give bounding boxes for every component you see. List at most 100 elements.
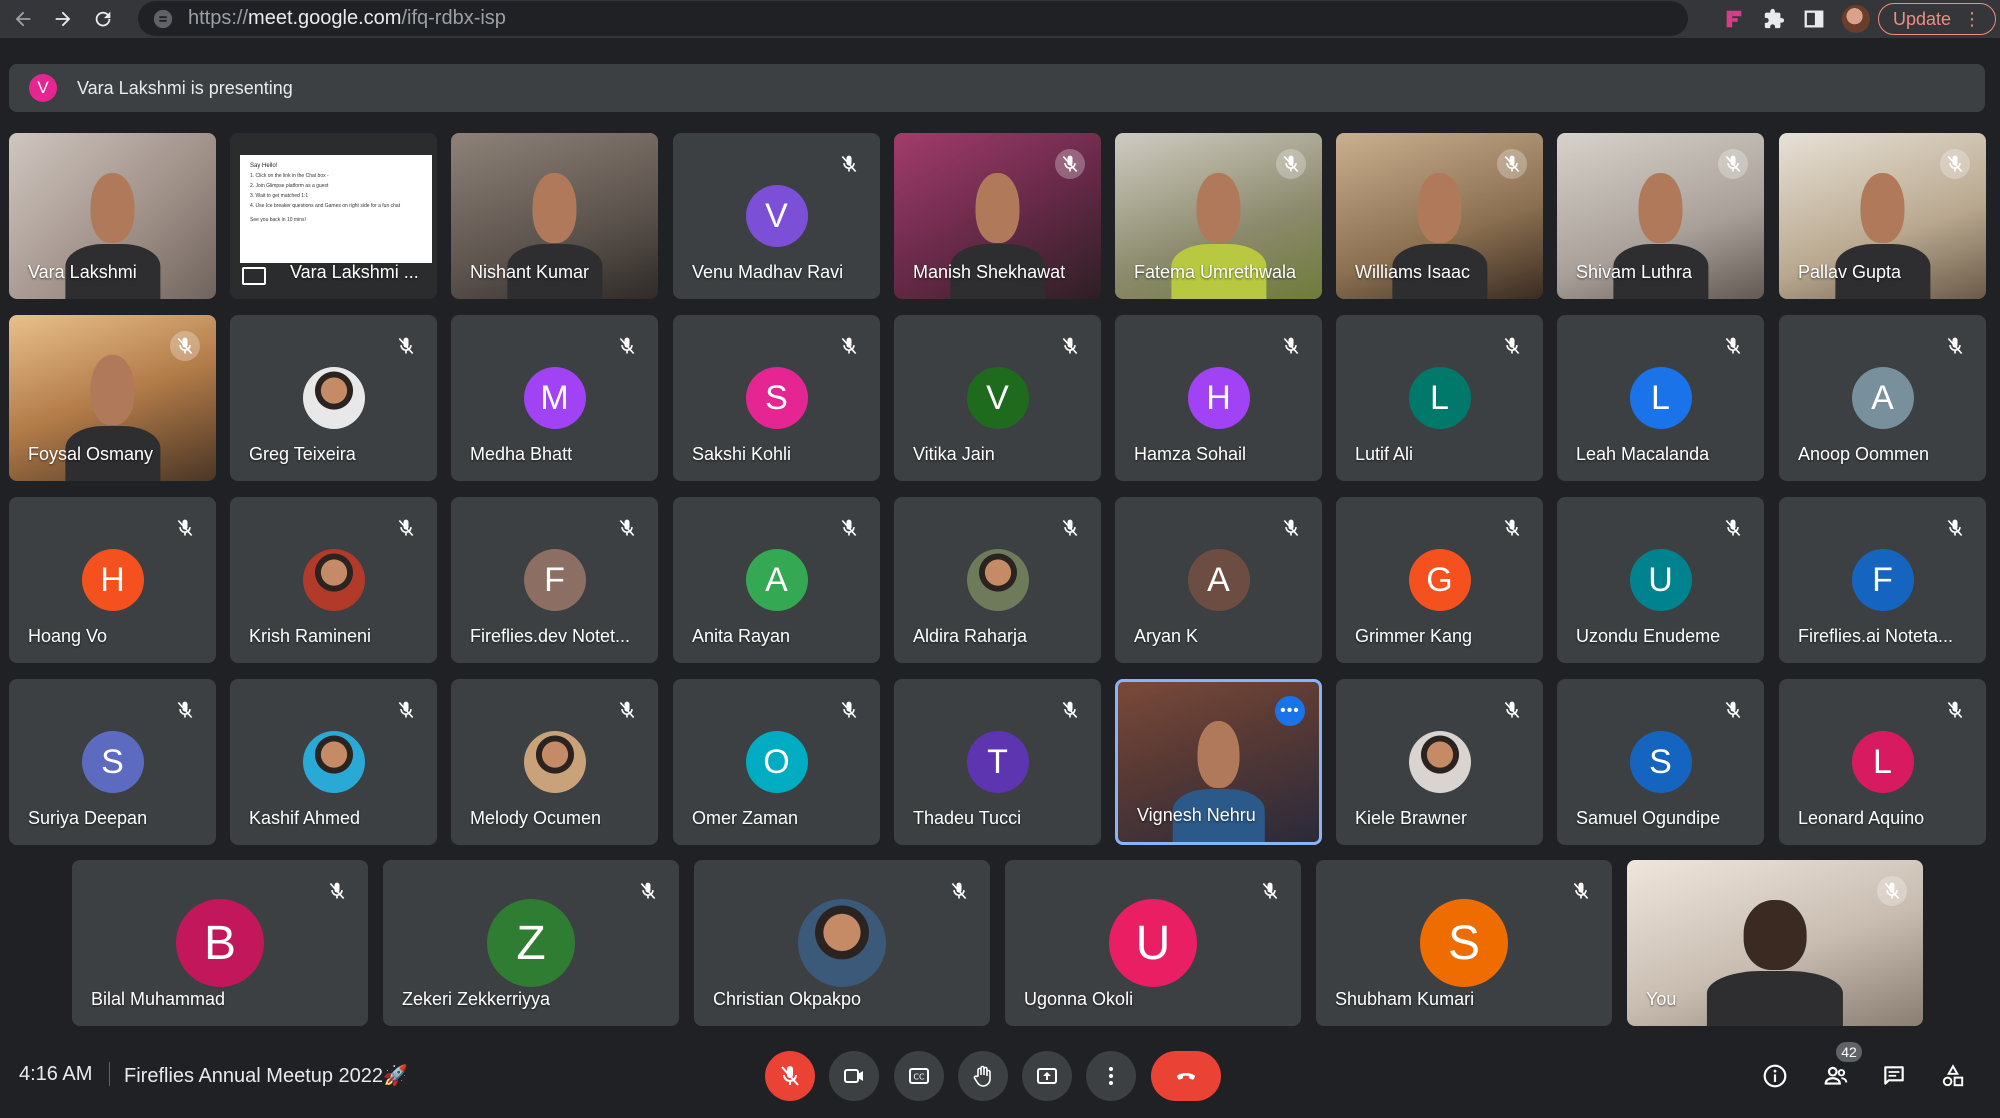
participant-name: Fireflies.ai Noteta...: [1798, 626, 1954, 646]
participant-tile-vignesh-nehru[interactable]: ••• Vignesh Nehru: [1115, 679, 1322, 845]
participant-tile-leonard-aquino[interactable]: L Leonard Aquino: [1779, 679, 1986, 845]
activities-icon: [1942, 1064, 1964, 1087]
mic-off-icon: [391, 513, 421, 543]
slide-footer: See you back in 10 mins!: [250, 217, 306, 223]
participant-tile-kiele-brawner[interactable]: Kiele Brawner: [1336, 679, 1543, 845]
participant-tile-fatema-umrethwala[interactable]: Fatema Umrethwala: [1115, 133, 1322, 299]
participant-tile-anita-rayan[interactable]: A Anita Rayan: [673, 497, 880, 663]
participant-tile-anoop-oommen[interactable]: A Anoop Oommen: [1779, 315, 1986, 481]
participant-tile-you[interactable]: You: [1627, 860, 1923, 1026]
participant-tile-krish-ramineni[interactable]: Krish Ramineni: [230, 497, 437, 663]
participant-tile-shubham-kumari[interactable]: S Shubham Kumari: [1316, 860, 1612, 1026]
extension-button[interactable]: [1714, 1, 1754, 37]
participant-tile-omer-zaman[interactable]: O Omer Zaman: [673, 679, 880, 845]
extensions-menu-button[interactable]: [1754, 1, 1794, 37]
forward-button[interactable]: [46, 2, 80, 36]
side-panel-button[interactable]: [1794, 1, 1834, 37]
mic-off-icon: [1940, 331, 1970, 361]
people-button[interactable]: [1818, 1058, 1854, 1094]
mic-off-icon: [391, 695, 421, 725]
participant-tile-sakshi-kohli[interactable]: S Sakshi Kohli: [673, 315, 880, 481]
more-options-button[interactable]: [1086, 1051, 1136, 1101]
mic-toggle-button[interactable]: [765, 1051, 815, 1101]
tile-options-icon[interactable]: •••: [1275, 696, 1305, 726]
captions-button[interactable]: CC: [894, 1051, 944, 1101]
participant-tile-nishant-kumar[interactable]: Nishant Kumar: [451, 133, 658, 299]
raise-hand-button[interactable]: [958, 1051, 1008, 1101]
participant-tile-kashif-ahmed[interactable]: Kashif Ahmed: [230, 679, 437, 845]
meeting-details-button[interactable]: [1757, 1058, 1793, 1094]
site-info-icon[interactable]: [152, 8, 174, 30]
chat-button[interactable]: [1876, 1058, 1912, 1094]
mic-off-icon: [612, 331, 642, 361]
mic-off-icon: [1276, 513, 1306, 543]
participant-tile-bilal-muhammad[interactable]: B Bilal Muhammad: [72, 860, 368, 1026]
participant-tile-samuel-ogundipe[interactable]: S Samuel Ogundipe: [1557, 679, 1764, 845]
participant-name: Suriya Deepan: [28, 808, 148, 828]
participant-tile-medha-bhatt[interactable]: M Medha Bhatt: [451, 315, 658, 481]
participant-tile-ugonna-okoli[interactable]: U Ugonna Okoli: [1005, 860, 1301, 1026]
participant-name: Sakshi Kohli: [692, 444, 792, 464]
participant-tile-vara-lakshmi[interactable]: Say Hello! 1. Click on the link in the Ch…: [230, 133, 437, 299]
participant-tile-vara-lakshmi[interactable]: Vara Lakshmi: [9, 133, 216, 299]
participant-tile-greg-teixeira[interactable]: Greg Teixeira: [230, 315, 437, 481]
participant-tile-hamza-sohail[interactable]: H Hamza Sohail: [1115, 315, 1322, 481]
participant-name: Kashif Ahmed: [249, 808, 361, 828]
participant-name: Krish Ramineni: [249, 626, 372, 646]
reload-icon: [95, 11, 111, 27]
address-bar[interactable]: https://meet.google.com/ifq-rdbx-isp: [138, 1, 1688, 36]
participant-name: Christian Okpakpo: [713, 989, 862, 1009]
mic-off-icon: [834, 513, 864, 543]
participant-tile-leah-macalanda[interactable]: L Leah Macalanda: [1557, 315, 1764, 481]
participant-tile-uzondu-enudeme[interactable]: U Uzondu Enudeme: [1557, 497, 1764, 663]
participant-avatar: V: [745, 185, 808, 247]
profile-avatar[interactable]: [1841, 5, 1870, 33]
participant-tile-williams-isaac[interactable]: Williams Isaac: [1336, 133, 1543, 299]
participant-tile-vitika-jain[interactable]: V Vitika Jain: [894, 315, 1101, 481]
participant-tile-fireflies-ai-noteta[interactable]: F Fireflies.ai Noteta...: [1779, 497, 1986, 663]
participant-name: Vitika Jain: [913, 444, 995, 464]
participant-tile-pallav-gupta[interactable]: Pallav Gupta: [1779, 133, 1986, 299]
mic-off-icon: [1718, 695, 1748, 725]
mic-off-icon: [1718, 331, 1748, 361]
update-button[interactable]: Update ⋮: [1877, 3, 1996, 35]
participant-avatar: L: [1408, 367, 1471, 429]
mic-off-icon: [1055, 695, 1085, 725]
camera-toggle-button[interactable]: [829, 1051, 879, 1101]
participant-name: Manish Shekhawat: [913, 262, 1066, 282]
participant-tile-fireflies-dev-notet[interactable]: F Fireflies.dev Notet...: [451, 497, 658, 663]
mic-off-icon: [1055, 331, 1085, 361]
participant-tile-aldira-raharja[interactable]: Aldira Raharja: [894, 497, 1101, 663]
participant-name: Grimmer Kang: [1355, 626, 1473, 646]
reload-button[interactable]: [86, 2, 120, 36]
participant-name: Bilal Muhammad: [91, 989, 226, 1009]
mic-off-icon: [1877, 876, 1907, 906]
kebab-menu-icon[interactable]: ⋮: [1963, 9, 1981, 30]
participant-tile-grimmer-kang[interactable]: G Grimmer Kang: [1336, 497, 1543, 663]
participant-tile-foysal-osmany[interactable]: Foysal Osmany: [9, 315, 216, 481]
participant-tile-thadeu-tucci[interactable]: T Thadeu Tucci: [894, 679, 1101, 845]
participant-tile-suriya-deepan[interactable]: S Suriya Deepan: [9, 679, 216, 845]
present-now-button[interactable]: [1022, 1051, 1072, 1101]
divider: [109, 1062, 110, 1086]
participant-name: Leonard Aquino: [1798, 808, 1925, 828]
participant-tile-lutif-ali[interactable]: L Lutif Ali: [1336, 315, 1543, 481]
participant-tile-venu-madhav-ravi[interactable]: V Venu Madhav Ravi: [673, 133, 880, 299]
presentation-icon: [242, 267, 266, 285]
back-button[interactable]: [6, 2, 40, 36]
participant-tile-aryan-k[interactable]: A Aryan K: [1115, 497, 1322, 663]
extension-icon: [1726, 10, 1742, 28]
presenting-text: Vara Lakshmi is presenting: [77, 77, 293, 98]
participant-tile-manish-shekhawat[interactable]: Manish Shekhawat: [894, 133, 1101, 299]
mic-off-icon: [834, 331, 864, 361]
participant-tile-hoang-vo[interactable]: H Hoang Vo: [9, 497, 216, 663]
participant-tile-christian-okpakpo[interactable]: Christian Okpakpo: [694, 860, 990, 1026]
participant-name: Greg Teixeira: [249, 444, 356, 464]
participant-name: Anita Rayan: [692, 626, 791, 646]
participant-tile-melody-ocumen[interactable]: Melody Ocumen: [451, 679, 658, 845]
mic-off-icon: [1497, 149, 1527, 179]
activities-button[interactable]: [1935, 1058, 1971, 1094]
participant-tile-shivam-luthra[interactable]: Shivam Luthra: [1557, 133, 1764, 299]
participant-tile-zekeri-zekkerriyya[interactable]: Z Zekeri Zekkerriyya: [383, 860, 679, 1026]
leave-call-button[interactable]: [1151, 1051, 1221, 1101]
